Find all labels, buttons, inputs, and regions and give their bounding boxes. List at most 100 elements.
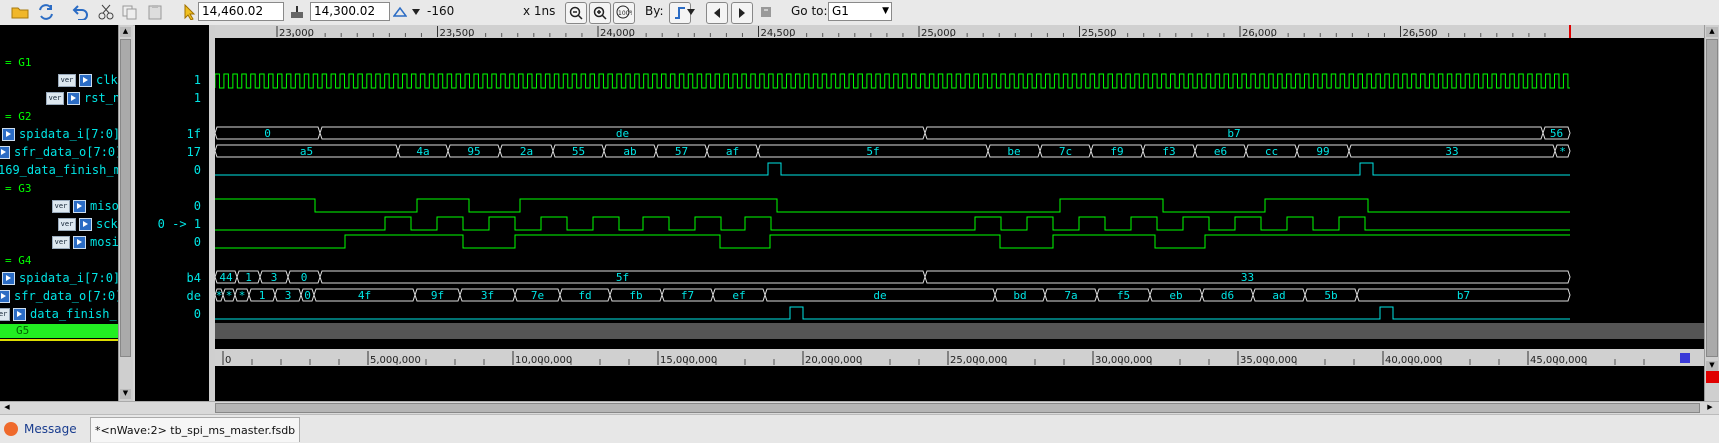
bottom-ruler-label: 30,000,000	[1095, 355, 1152, 366]
ver-badge: ver	[52, 236, 70, 249]
bus-value-label: ab	[623, 145, 636, 158]
search-forward-icon[interactable]	[731, 2, 753, 24]
scrollbar-thumb[interactable]	[215, 403, 1700, 413]
signal-sck[interactable]: ver sck	[58, 217, 118, 231]
tab-message[interactable]: Message	[2, 418, 88, 440]
bus-value-label: 0	[301, 271, 308, 284]
scroll-left-icon[interactable]: ◀	[2, 403, 12, 413]
bottom-ruler-label: 5,000,000	[370, 355, 421, 366]
scroll-right-icon[interactable]: ▶	[1705, 403, 1715, 413]
top-ruler-label: 23,500	[440, 28, 475, 39]
signal-rst-n[interactable]: ver rst_n	[46, 91, 118, 105]
group-g4[interactable]: = G4	[5, 254, 32, 267]
insertion-line	[0, 339, 118, 341]
group-g1[interactable]: = G1	[5, 56, 32, 69]
waveform-vertical-scrollbar[interactable]: ▲ ▼	[1704, 25, 1719, 401]
signal-mosi[interactable]: ver mosi	[52, 235, 118, 249]
horizontal-scrollbar[interactable]: ◀ ▶	[0, 401, 1719, 415]
top-ruler-label: 25,000	[921, 28, 956, 39]
group-g5-highlight[interactable]: G5	[0, 324, 118, 338]
group-g2[interactable]: = G2	[5, 110, 32, 123]
signal-label: sfr_data_o[7:0]	[14, 145, 118, 159]
bus-value-label: 33	[1241, 271, 1254, 284]
marker-time-field[interactable]: 14,300.02	[310, 2, 390, 21]
delta-dropdown-icon[interactable]	[410, 2, 422, 22]
tab-nwave[interactable]: *<nWave:2> tb_spi_ms_master.fsdb	[90, 417, 301, 442]
signal-label: data_finish_s	[30, 307, 118, 321]
bus-value-label: 99	[1316, 145, 1329, 158]
signal-miso[interactable]: ver miso	[52, 199, 118, 213]
scroll-up-icon[interactable]: ▲	[1706, 27, 1718, 37]
input-port-icon	[79, 218, 92, 231]
group-g3[interactable]: = G3	[5, 182, 32, 195]
bus-value-label: bd	[1013, 289, 1026, 302]
output-port-icon	[13, 308, 26, 321]
value-sfr-data-o-g4: de	[186, 289, 201, 303]
signal-spidata-i-g2[interactable]: spidata_i[7:0]	[2, 127, 118, 141]
zoom-fit-icon[interactable]: 100%	[613, 2, 635, 24]
scroll-down-icon[interactable]: ▼	[120, 389, 131, 399]
input-port-icon	[2, 128, 15, 141]
copy-icon[interactable]	[120, 2, 140, 22]
signal-clk[interactable]: ver clk	[58, 73, 118, 87]
paste-icon[interactable]	[145, 2, 165, 22]
zoom-out-icon[interactable]	[565, 2, 587, 24]
bus-value-label: cc	[1265, 145, 1278, 158]
bus-value-label: 9f	[431, 289, 444, 302]
goto-select[interactable]: G1 ▼	[828, 2, 892, 21]
signal-label: mosi	[90, 235, 118, 249]
output-port-icon	[0, 290, 10, 303]
signal-spidata-i-g4[interactable]: spidata_i[7:0]	[2, 271, 118, 285]
bottom-ruler-label: 35,000,000	[1240, 355, 1297, 366]
bus-value-label: 57	[675, 145, 688, 158]
signal-sfr-data-o-g2[interactable]: sfr_data_o[7:0]	[0, 145, 118, 159]
value-data-finish-g2: 0	[193, 163, 201, 177]
bookmark-icon[interactable]	[756, 2, 776, 22]
bus-value-label: 5b	[1324, 289, 1337, 302]
by-label: By:	[645, 4, 664, 18]
input-port-icon	[67, 92, 80, 105]
by-dropdown-icon[interactable]	[686, 2, 696, 22]
bottom-ruler-label: 0	[225, 355, 231, 366]
scrollbar-thumb[interactable]	[120, 39, 131, 357]
bus-value-label: 7a	[1064, 289, 1077, 302]
zoom-in-icon[interactable]	[589, 2, 611, 24]
cursor-time-field[interactable]: 14,460.02	[198, 2, 284, 21]
bus-value-label: 56	[1550, 127, 1563, 140]
signal-sfr-data-o-g4[interactable]: sfr_data_o[7:0]	[0, 289, 118, 303]
bottom-ruler-label: 25,000,000	[950, 355, 1007, 366]
cursor-select-icon[interactable]	[180, 2, 200, 22]
bus-value-label: b7	[1457, 289, 1470, 302]
toolbar: 14,460.02 14,300.02 -160 x 1ns 100% By: …	[0, 0, 1719, 26]
bus-value-label: d6	[1221, 289, 1234, 302]
reload-icon[interactable]	[36, 2, 56, 22]
signal-data-finish-g2[interactable]: 169_data_finish_m	[0, 163, 118, 177]
goto-label: Go to:	[791, 4, 828, 18]
top-ruler-label: 24,000	[600, 28, 635, 39]
scrollbar-thumb[interactable]	[1706, 39, 1718, 357]
signal-label: sfr_data_o[7:0]	[14, 289, 118, 303]
marker-icon[interactable]	[287, 2, 307, 22]
undo-icon[interactable]	[70, 2, 90, 22]
name-pane-scrollbar[interactable]: ▲ ▼	[118, 25, 133, 401]
tab-nwave-label: *<nWave:2> tb_spi_ms_master.fsdb	[95, 423, 296, 437]
signal-data-finish-g4[interactable]: ver data_finish_s	[0, 307, 118, 321]
red-corner-indicator	[1706, 371, 1719, 383]
scroll-down-icon[interactable]: ▼	[1706, 361, 1718, 371]
bus-value-label: 2a	[520, 145, 533, 158]
bottom-ruler-label: 15,000,000	[660, 355, 717, 366]
value-mosi: 0	[193, 235, 201, 249]
open-folder-icon[interactable]	[10, 2, 30, 22]
search-backward-icon[interactable]	[706, 2, 728, 24]
ver-badge: ver	[58, 74, 76, 87]
group-g5: G5	[16, 324, 30, 337]
bus-value-label: be	[1007, 145, 1020, 158]
bus-value-label: 4f	[358, 289, 371, 302]
value-sfr-data-o-g2: 17	[186, 145, 201, 159]
cut-icon[interactable]	[96, 2, 116, 22]
bus-value-label: 4a	[416, 145, 429, 158]
signal-label: sck	[96, 217, 118, 231]
scroll-up-icon[interactable]: ▲	[120, 27, 131, 37]
bus-value-label: 33	[1445, 145, 1458, 158]
waveform-pane[interactable]: 23,000 23,500 24,000 24,500 25,000 25,500 26,0…	[215, 25, 1704, 401]
